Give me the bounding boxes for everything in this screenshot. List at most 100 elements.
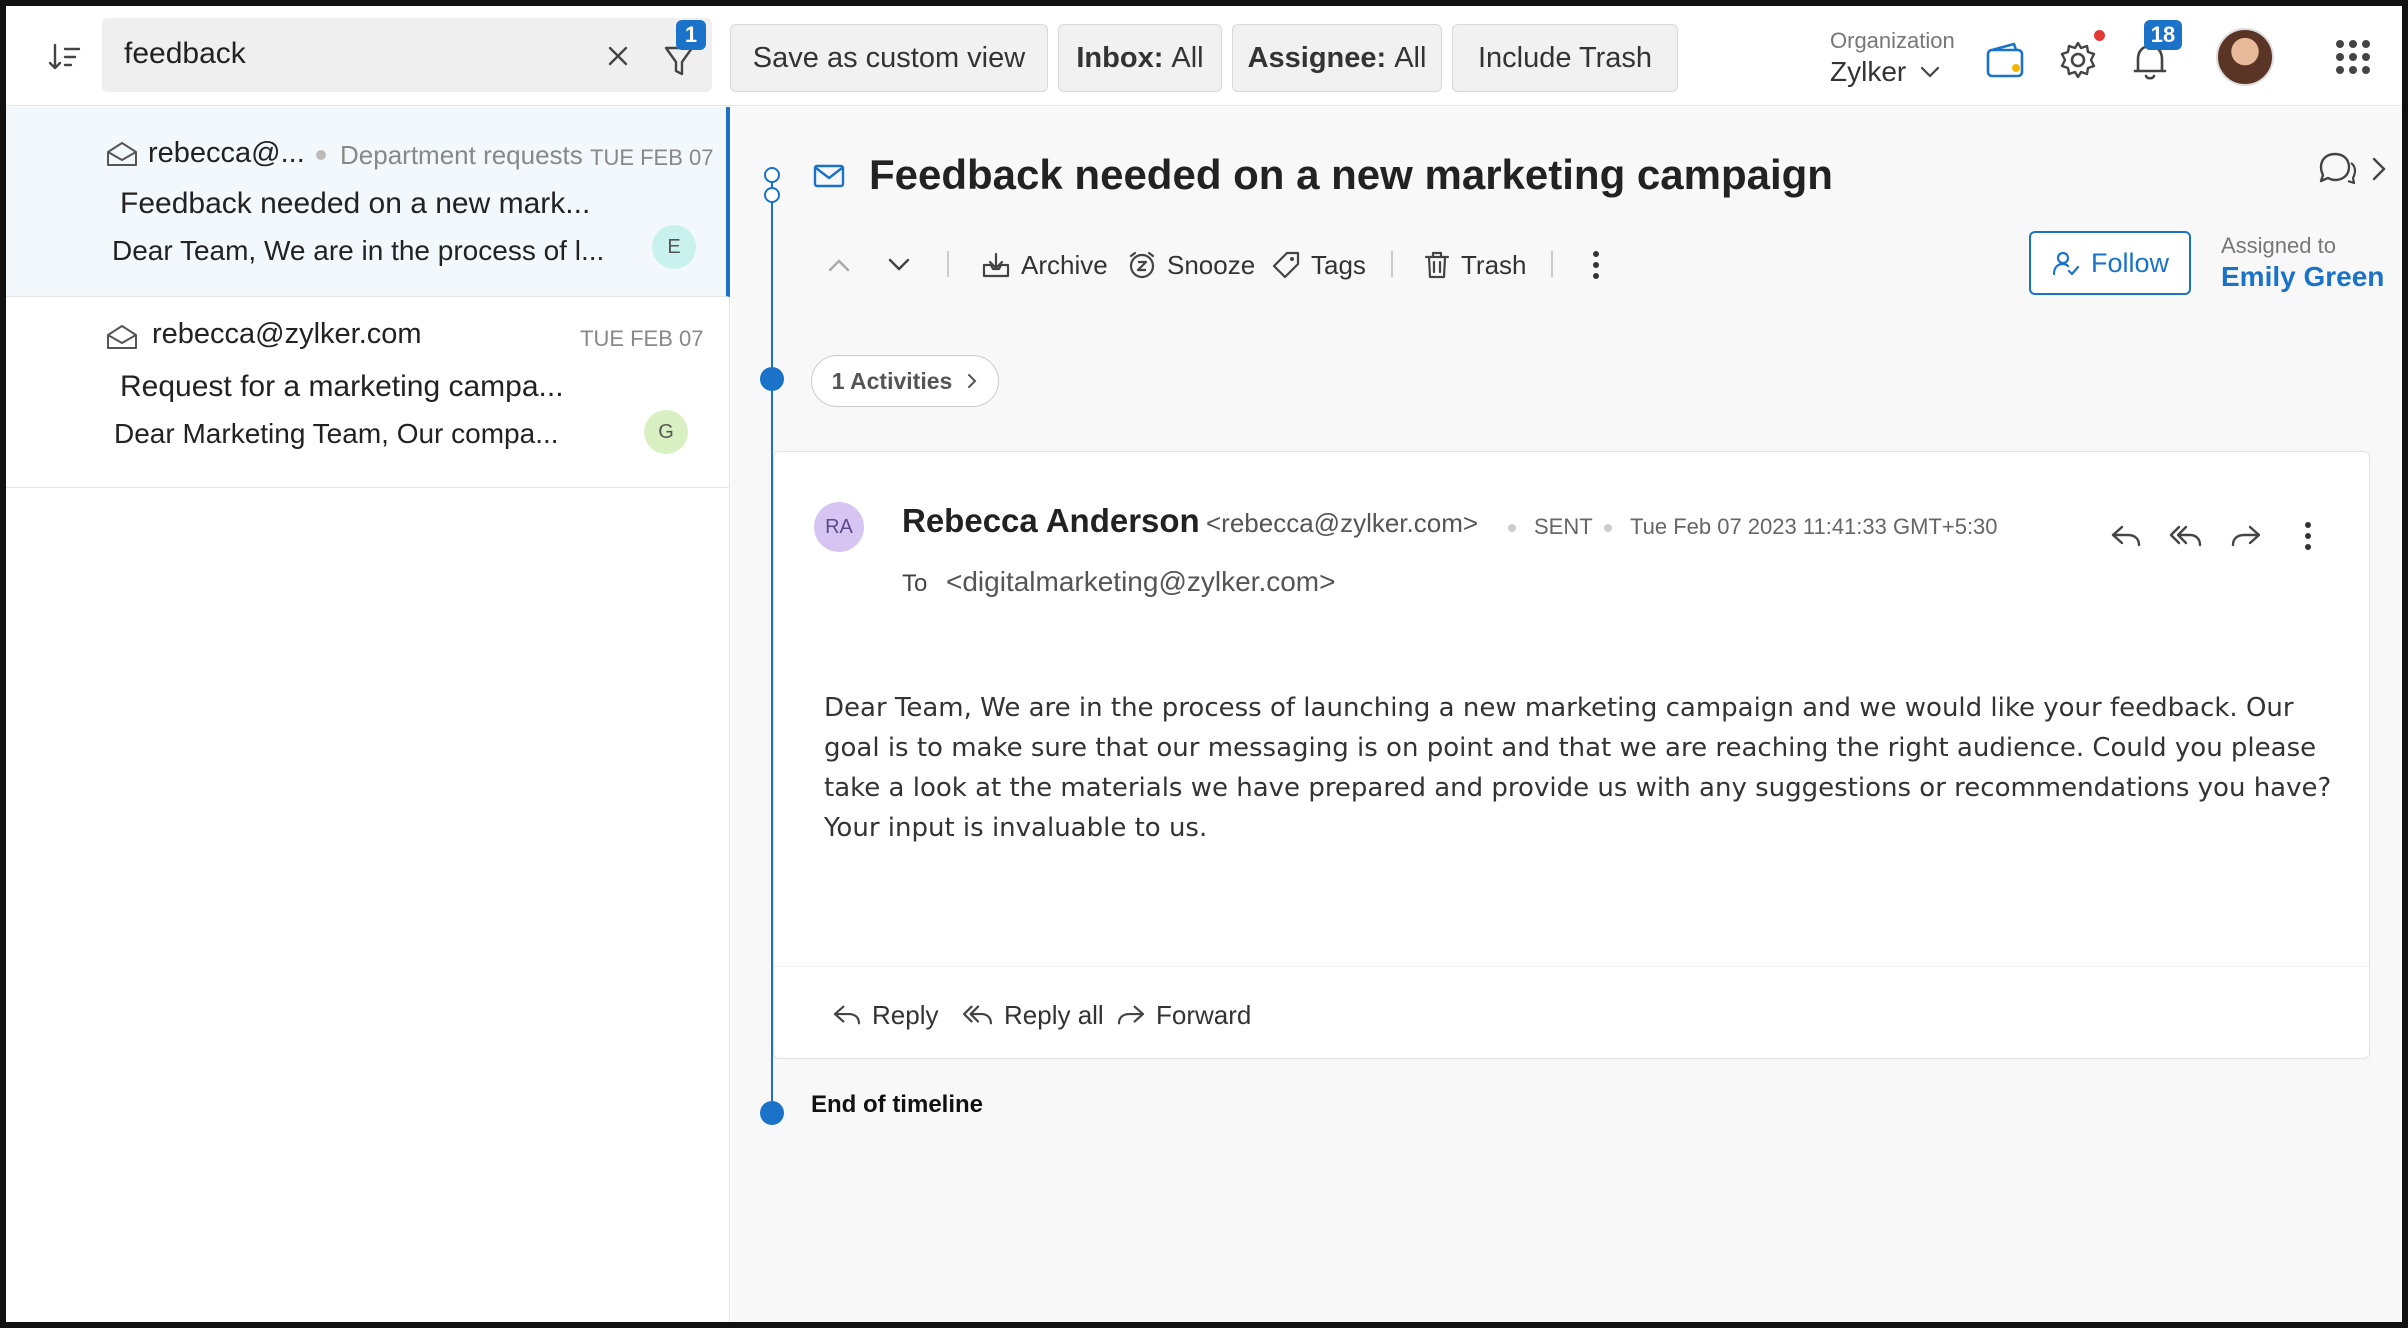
- ticket-list: rebecca@... Department requests TUE FEB …: [6, 107, 730, 1322]
- ticket-list-item[interactable]: rebecca@... Department requests TUE FEB …: [6, 107, 730, 297]
- tags-button[interactable]: Tags: [1271, 243, 1366, 287]
- to-label: To: [902, 570, 928, 597]
- activities-button[interactable]: 1 Activities: [811, 355, 999, 407]
- gear-icon[interactable]: [2056, 38, 2100, 82]
- reply-label: Reply: [872, 999, 939, 1030]
- toolbar-divider: [1551, 251, 1553, 277]
- follow-button[interactable]: Follow: [2029, 231, 2191, 295]
- organization-name: Zylker: [1830, 56, 1907, 87]
- assignee-name[interactable]: Emily Green: [2221, 261, 2384, 293]
- archive-icon: [982, 252, 1010, 278]
- ticket-detail: Feedback needed on a new marketing campa…: [731, 107, 2402, 1322]
- search-box: [102, 18, 712, 92]
- toolbar-divider: [1391, 251, 1393, 277]
- reply-all-button[interactable]: Reply all: [962, 995, 1104, 1035]
- apps-grid-icon[interactable]: [2336, 40, 2370, 74]
- reply-all-icon: [963, 1005, 993, 1025]
- chevron-right-icon: [968, 374, 977, 388]
- assigned-to-label: Assigned to: [2221, 233, 2336, 258]
- reply-icon[interactable]: [2106, 516, 2146, 556]
- settings-alert-dot: [2094, 30, 2105, 41]
- more-vertical-icon: [1593, 251, 1599, 279]
- archive-label: Archive: [1021, 249, 1108, 280]
- snooze-label: Snooze: [1167, 249, 1256, 280]
- email-actions-footer: Reply Reply all Forward: [774, 966, 2369, 1058]
- tag-icon: [1272, 251, 1300, 279]
- timeline-start-marker: [764, 187, 780, 203]
- previous-ticket-button[interactable]: [827, 243, 851, 287]
- mail-status: SENT: [1534, 514, 1593, 539]
- chevron-down-icon: [888, 258, 910, 271]
- inbox-filter-label: Inbox:: [1076, 41, 1164, 74]
- sender-name: Rebecca Anderson: [902, 502, 1200, 539]
- reply-icon: [833, 1005, 861, 1025]
- tags-label: Tags: [1311, 249, 1366, 280]
- ticket-from: rebecca@zylker.com: [152, 318, 422, 350]
- inbox-filter-value: All: [1171, 41, 1204, 74]
- forward-button[interactable]: Forward: [1116, 995, 1251, 1035]
- timeline-end-marker: [760, 1101, 784, 1125]
- include-trash-button[interactable]: Include Trash: [1452, 24, 1678, 92]
- filter-count-badge: 1: [676, 20, 706, 50]
- timeline-marker: [760, 367, 784, 391]
- ticket-snippet: Dear Team, We are in the process of l...: [112, 235, 605, 266]
- forward-icon: [1117, 1005, 1145, 1025]
- email-thread-card: RA Rebecca Anderson <rebecca@zylker.com>…: [773, 451, 2370, 1059]
- chevron-right-icon[interactable]: [2369, 155, 2389, 183]
- end-of-timeline-label: End of timeline: [811, 1091, 984, 1118]
- ticket-subject: Feedback needed on a new mark...: [120, 187, 591, 220]
- ticket-from: rebecca@...: [148, 137, 305, 169]
- organization-label: Organization: [1830, 28, 1955, 53]
- follow-user-icon: [2052, 251, 2079, 276]
- forward-icon[interactable]: [2226, 516, 2266, 556]
- search-input[interactable]: [124, 32, 594, 76]
- activities-label: 1 Activities: [831, 367, 953, 394]
- ticket-subject-title: Feedback needed on a new marketing campa…: [869, 151, 1833, 198]
- user-avatar[interactable]: [2216, 28, 2274, 86]
- ticket-list-item[interactable]: rebecca@zylker.com TUE FEB 07 Request fo…: [6, 298, 730, 488]
- more-options-button[interactable]: [1591, 243, 1601, 287]
- app-window: 1 Save as custom view Inbox:All Assignee…: [0, 0, 2408, 1328]
- ticket-date: TUE FEB 07: [580, 326, 704, 351]
- next-ticket-button[interactable]: [887, 243, 911, 287]
- ticket-subject: Request for a marketing campa...: [120, 370, 564, 403]
- save-custom-view-label: Save as custom view: [752, 41, 1026, 74]
- snooze-icon: [1129, 251, 1155, 279]
- notification-count-badge: 18: [2144, 20, 2182, 50]
- mail-timestamp: Tue Feb 07 2023 11:41:33 GMT+5:30: [1630, 514, 1998, 539]
- sort-icon[interactable]: [44, 40, 84, 74]
- assignee-avatar: G: [644, 410, 688, 454]
- sender-avatar: RA: [814, 502, 864, 552]
- organization-switcher[interactable]: Zylker: [1830, 56, 1940, 88]
- email-icon: [813, 164, 845, 188]
- chat-icon[interactable]: [2315, 149, 2357, 189]
- clear-search-icon[interactable]: [602, 40, 634, 72]
- assignee-filter-label: Assignee:: [1247, 41, 1387, 74]
- toolbar-divider: [947, 251, 949, 277]
- separator-dot: [1604, 524, 1612, 532]
- more-vertical-icon[interactable]: [2288, 516, 2328, 556]
- email-body: Dear Team, We are in the process of laun…: [824, 693, 2332, 843]
- assignee-filter-value: All: [1394, 41, 1427, 74]
- separator-dot: [1508, 524, 1516, 532]
- trash-button[interactable]: Trash: [1423, 243, 1527, 287]
- save-custom-view-button[interactable]: Save as custom view: [730, 24, 1048, 92]
- top-bar: 1 Save as custom view Inbox:All Assignee…: [6, 6, 2402, 106]
- assignee-avatar: E: [652, 225, 696, 269]
- forward-label: Forward: [1156, 999, 1252, 1030]
- ticket-department: Department requests: [340, 140, 583, 170]
- recipient-email: <digitalmarketing@zylker.com>: [946, 566, 1336, 597]
- wallet-icon[interactable]: [1984, 38, 2028, 82]
- envelope-open-icon: [107, 142, 137, 166]
- include-trash-label: Include Trash: [1477, 41, 1653, 74]
- timeline-start-marker: [764, 167, 780, 183]
- ticket-date: TUE FEB 07: [590, 145, 714, 170]
- archive-button[interactable]: Archive: [981, 243, 1108, 287]
- reply-button[interactable]: Reply: [832, 995, 938, 1035]
- follow-label: Follow: [2090, 247, 2170, 278]
- assignee-filter-chip[interactable]: Assignee: All: [1232, 24, 1442, 92]
- ticket-snippet: Dear Marketing Team, Our compa...: [114, 418, 559, 449]
- inbox-filter-chip[interactable]: Inbox: All: [1058, 24, 1222, 92]
- reply-all-icon[interactable]: [2166, 516, 2206, 556]
- snooze-button[interactable]: Snooze: [1127, 243, 1255, 287]
